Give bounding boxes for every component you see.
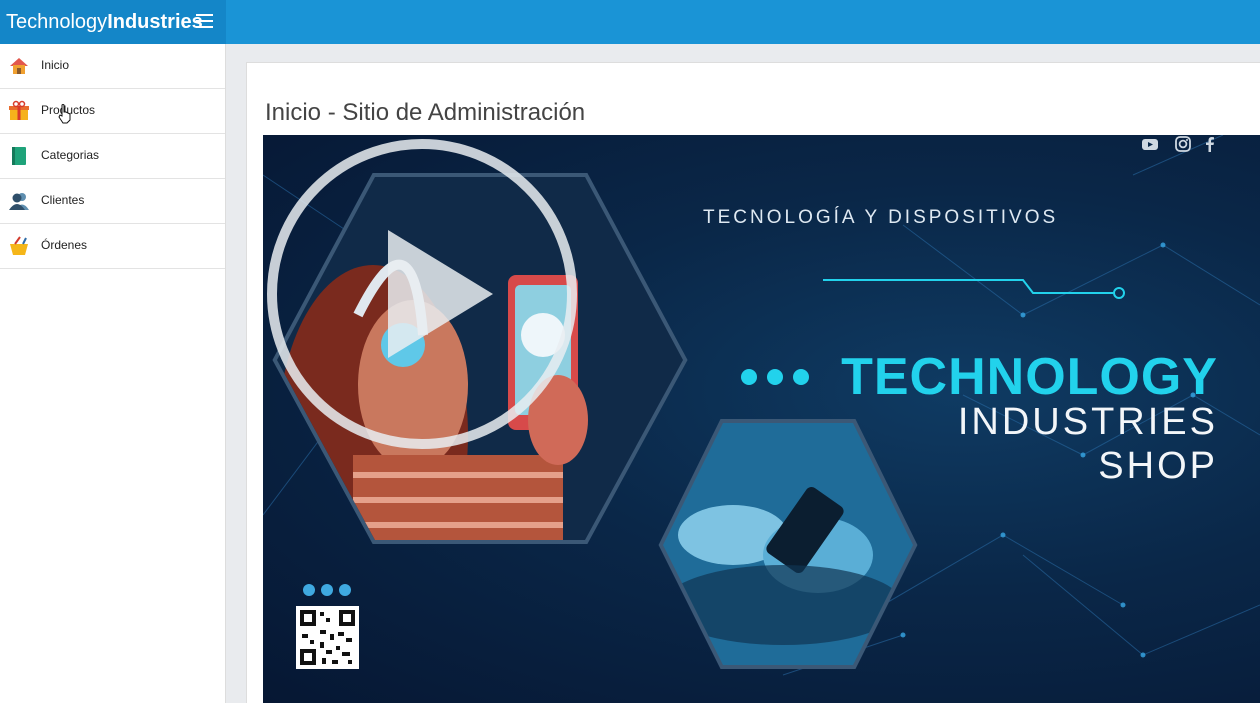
sidebar-item-categorias[interactable]: Categorias: [0, 134, 225, 179]
banner-tagline: TECNOLOGÍA Y DISPOSITIVOS: [703, 207, 1059, 228]
promo-banner-video[interactable]: TECNOLOGÍA Y DISPOSITIVOS TECHNOLOGY IND…: [263, 135, 1260, 703]
sidebar-item-inicio[interactable]: Inicio: [0, 44, 225, 89]
hamburger-icon[interactable]: [196, 14, 213, 28]
sidebar-item-ordenes[interactable]: Órdenes: [0, 224, 225, 269]
play-icon[interactable]: [263, 135, 581, 453]
sidebar-item-label: Órdenes: [41, 238, 88, 252]
banner-title-line1: TECHNOLOGY: [841, 348, 1218, 406]
brand-name-light: Technology: [6, 11, 108, 33]
sidebar-item-label: Clientes: [41, 193, 85, 207]
youtube-icon[interactable]: [1141, 135, 1159, 153]
brand-logo[interactable]: TechnologyIndustries: [0, 0, 226, 44]
hand-cursor-icon: [58, 104, 71, 124]
sidebar-item-clientes[interactable]: Clientes: [0, 179, 225, 224]
banner-title-line3: SHOP: [1098, 445, 1218, 487]
book-icon: [12, 147, 26, 165]
sidebar-item-label: Categorias: [41, 148, 100, 162]
top-navbar: TechnologyIndustries: [0, 0, 1260, 44]
qr-code: [296, 606, 359, 669]
facebook-icon[interactable]: [1201, 135, 1219, 153]
gift-icon: [9, 100, 29, 120]
brand-name-bold: Industries: [107, 11, 203, 33]
sidebar-item-productos[interactable]: Productos: [0, 89, 225, 134]
banner-title-line2: INDUSTRIES: [957, 401, 1218, 443]
sidebar-item-label: Inicio: [41, 58, 70, 72]
cart-icon: [10, 236, 28, 255]
users-icon: [9, 193, 29, 210]
page-title: Inicio - Sitio de Administración: [265, 99, 586, 126]
instagram-icon[interactable]: [1174, 135, 1192, 153]
sidebar: Inicio Productos Categorias Clientes Órd…: [0, 44, 226, 703]
home-icon: [10, 58, 28, 74]
